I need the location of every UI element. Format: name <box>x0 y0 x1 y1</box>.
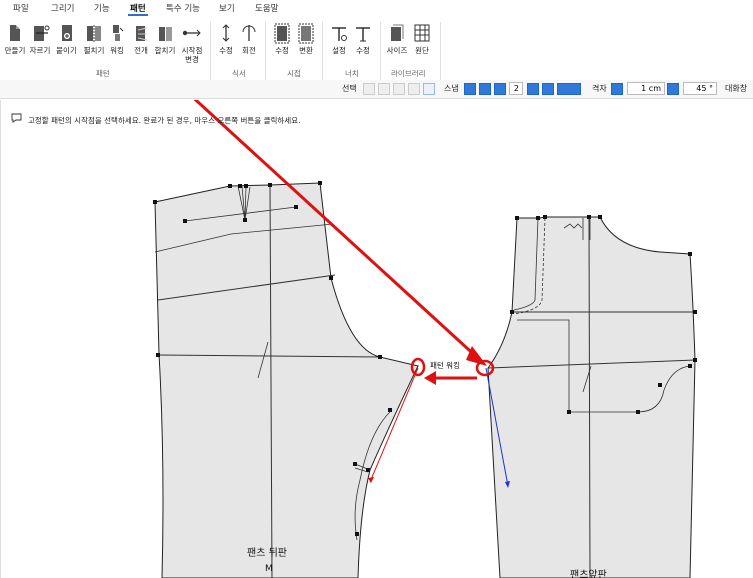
grid-label: 격자 <box>592 84 607 93</box>
group-label-seam: 시접 <box>287 69 301 78</box>
change-start-point-button[interactable]: 시작점 변경 <box>178 22 206 74</box>
grid-size-input[interactable]: 1 cm <box>627 82 665 95</box>
select-line-toggle[interactable] <box>408 83 420 95</box>
walk-red-arrowhead <box>368 477 374 483</box>
menu-pattern[interactable]: 패턴 <box>130 2 146 14</box>
group-separator <box>380 22 381 80</box>
snap-midpoint-toggle[interactable] <box>494 83 506 95</box>
dialog-label[interactable]: 대화창 <box>725 83 747 94</box>
make-icon <box>10 25 20 41</box>
cut-icon <box>34 25 50 41</box>
pattern-canvas[interactable]: 패턴 워킹 팬츠 뒤판 M 팬츠앞판 <box>0 100 753 578</box>
notch-edit-label: 수정 <box>356 46 370 55</box>
attach-label: 붙이기 <box>56 46 77 55</box>
change-start-point-label: 시작점 변경 <box>181 46 203 64</box>
seam-convert-button[interactable]: 변환 <box>295 22 317 74</box>
snap-endpoint-toggle[interactable] <box>464 83 476 95</box>
grain-edit-button[interactable]: 수정 <box>215 22 237 74</box>
menu-function[interactable]: 기능 <box>94 2 110 14</box>
walking-button[interactable]: 워킹 <box>107 22 127 74</box>
group-label-pattern: 패턴 <box>96 69 110 78</box>
menu-special[interactable]: 특수 기능 <box>166 2 200 14</box>
convert-icon <box>298 23 314 44</box>
notch-set-button[interactable]: 설정 <box>328 22 350 74</box>
group-separator <box>265 22 266 80</box>
rotate-icon <box>242 25 256 41</box>
attach-button[interactable]: 붙이기 <box>53 22 80 74</box>
size-icon <box>391 24 404 41</box>
size-button[interactable]: 사이즈 <box>384 22 410 74</box>
group-separator <box>440 22 441 80</box>
select-all-toggle[interactable] <box>423 83 435 95</box>
group-separator <box>322 22 323 80</box>
select-curve-toggle[interactable] <box>393 83 405 95</box>
unfold-label: 펼치기 <box>83 46 105 55</box>
select-point-toggle[interactable] <box>378 83 390 95</box>
snap-perpendicular-toggle[interactable] <box>527 83 539 95</box>
fabric-label: 원단 <box>415 46 429 55</box>
menu-file[interactable]: 파일 <box>13 2 29 14</box>
menu-bar: 파일 그리기 기능 패턴 특수 기능 보기 도움말 <box>0 0 753 16</box>
walking-icon <box>113 25 124 41</box>
group-label-library: 라이브러리 <box>391 69 426 78</box>
seam-convert-label: 변환 <box>299 46 313 55</box>
seam-edit-label: 수정 <box>275 46 289 55</box>
size-label: 사이즈 <box>386 46 408 55</box>
group-label-notch: 너치 <box>345 69 359 78</box>
notch-edit-icon <box>356 27 370 42</box>
notch-set-label: 설정 <box>332 46 346 55</box>
group-label-grain: 식서 <box>232 69 246 78</box>
front-piece-name: 팬츠앞판 <box>570 569 607 578</box>
start-point-icon <box>182 29 201 37</box>
grain-rotate-label: 회전 <box>242 46 256 55</box>
menu-help[interactable]: 도움말 <box>255 2 278 14</box>
back-piece-name: 팬츠 뒤판 <box>247 547 287 559</box>
ribbon: 만들기 자르기 붙이기 펼치기 워킹 전개 합치기 시작점 변경 수정 회전 수… <box>0 16 753 81</box>
make-button[interactable]: 만들기 <box>3 22 27 74</box>
message-icon <box>11 113 22 123</box>
attach-icon <box>61 25 72 41</box>
spread-label: 전개 <box>134 46 148 55</box>
grain-edit-label: 수정 <box>219 46 233 55</box>
snap-toolbar: 선택 스냅 2 격자 1 cm 45 ° 대화창 <box>0 80 753 99</box>
merge-icon <box>159 27 172 41</box>
spread-button[interactable]: 전개 <box>130 22 152 74</box>
grid-toggle[interactable] <box>611 83 623 95</box>
cut-button[interactable]: 자르기 <box>27 22 53 74</box>
seam-edit-icon <box>274 23 290 44</box>
seam-edit-button[interactable]: 수정 <box>271 22 293 74</box>
back-piece-size: M <box>265 564 273 574</box>
select-label: 선택 <box>342 84 357 93</box>
notch-edit-button[interactable]: 수정 <box>352 22 374 74</box>
snap-intersection-toggle[interactable] <box>479 83 491 95</box>
snap-division-input[interactable]: 2 <box>509 82 523 95</box>
angle-toggle[interactable] <box>667 83 679 95</box>
notch-set-icon <box>332 27 347 41</box>
fabric-button[interactable]: 원단 <box>411 22 433 74</box>
menu-draw[interactable]: 그리기 <box>51 2 74 14</box>
walking-label: 워킹 <box>110 46 124 55</box>
grain-rotate-button[interactable]: 회전 <box>238 22 260 74</box>
merge-label: 합치기 <box>154 46 176 55</box>
merge-button[interactable]: 합치기 <box>152 22 178 74</box>
grain-edit-icon <box>222 24 230 42</box>
front-pants-piece[interactable] <box>487 216 696 578</box>
snap-grid-toggle[interactable] <box>557 83 581 95</box>
status-hint: 고정할 패턴의 시작점을 선택하세요. 완료가 된 경우, 마우스 오른쪽 버튼… <box>28 116 301 125</box>
make-label: 만들기 <box>4 46 26 55</box>
select-image-toggle[interactable] <box>363 83 375 95</box>
unfold-button[interactable]: 펼치기 <box>80 22 108 74</box>
walk-direction-arrowhead <box>424 371 436 385</box>
spread-icon <box>136 26 148 41</box>
cut-label: 자르기 <box>29 46 51 55</box>
group-separator <box>210 22 211 80</box>
fabric-icon <box>414 24 430 42</box>
unfold-icon <box>87 25 101 42</box>
angle-input[interactable]: 45 ° <box>683 82 717 95</box>
walking-annotation: 패턴 워킹 <box>430 360 460 370</box>
snap-label: 스냅 <box>444 84 459 93</box>
snap-center-toggle[interactable] <box>542 83 554 95</box>
back-pants-piece[interactable] <box>154 182 419 578</box>
menu-view[interactable]: 보기 <box>219 2 235 14</box>
